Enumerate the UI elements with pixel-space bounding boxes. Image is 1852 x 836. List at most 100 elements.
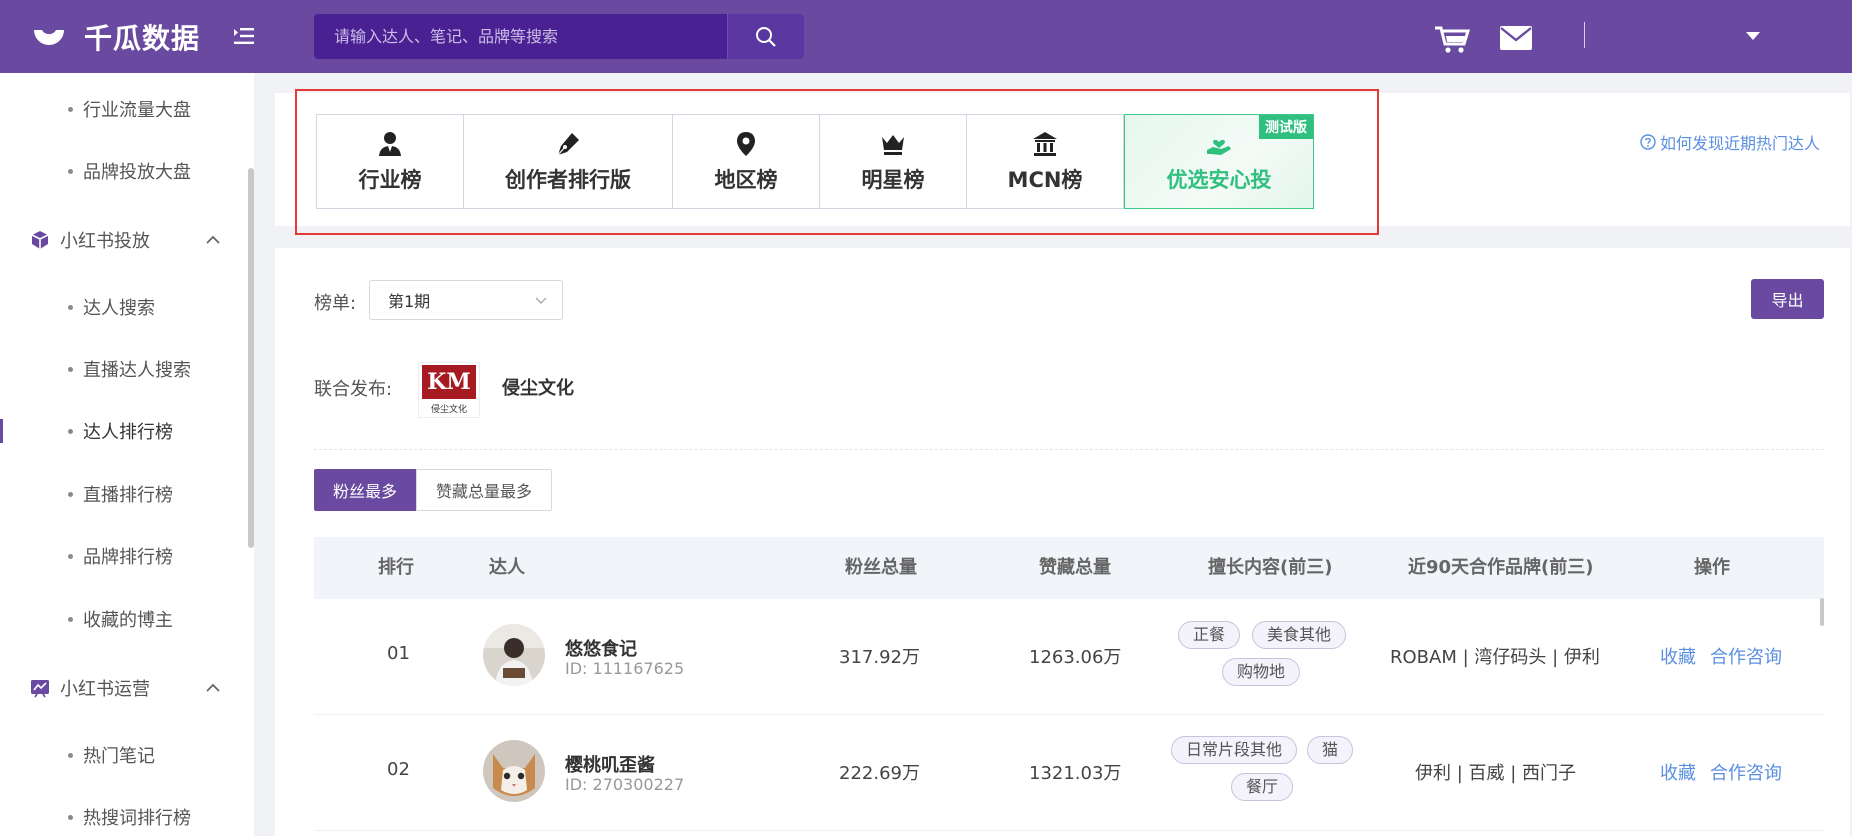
active-indicator — [0, 419, 3, 443]
sort-tab-most-likes[interactable]: 赞藏总量最多 — [416, 469, 552, 511]
chart-board-icon — [31, 680, 49, 698]
brand-logo[interactable]: 千瓜数据 — [28, 16, 200, 58]
content-tag: 猫 — [1307, 736, 1354, 764]
bullet-icon — [68, 304, 73, 310]
partner-logo-mark: KM — [422, 365, 476, 399]
bullet-icon — [68, 814, 73, 820]
collect-link[interactable]: 收藏 — [1660, 759, 1696, 785]
kol-name[interactable]: 悠悠食记 — [565, 635, 637, 661]
divider — [314, 449, 1824, 450]
sidebar-item-kol-ranking[interactable]: 达人排行榜 — [0, 411, 240, 451]
bullet-icon — [68, 168, 73, 174]
help-circle-icon — [1640, 134, 1656, 150]
help-link-text: 如何发现近期热门达人 — [1660, 134, 1821, 153]
period-select[interactable]: 第1期 — [369, 280, 563, 320]
sidebar-group-label: 小红书运营 — [60, 679, 150, 700]
content-tag: 餐厅 — [1231, 773, 1294, 801]
help-link[interactable]: 如何发现近期热门达人 — [1640, 130, 1820, 154]
mail-icon[interactable] — [1500, 26, 1532, 50]
fans-total: 222.69万 — [839, 763, 920, 784]
search-bar — [314, 14, 804, 59]
sidebar-scrollbar[interactable] — [248, 168, 254, 548]
sidebar-item-brand-placement[interactable]: 品牌投放大盘 — [0, 151, 240, 191]
sort-tab-most-fans[interactable]: 粉丝最多 — [314, 469, 416, 511]
table-scrollbar[interactable] — [1820, 598, 1824, 626]
content-tag: 购物地 — [1222, 658, 1301, 686]
sidebar-item-favorite-bloggers[interactable]: 收藏的博主 — [0, 599, 240, 639]
sidebar-item-industry-traffic[interactable]: 行业流量大盘 — [0, 89, 240, 129]
column-header: 擅长内容(前三) — [1208, 557, 1333, 578]
collect-link[interactable]: 收藏 — [1660, 643, 1696, 669]
brand-name: 千瓜数据 — [84, 22, 201, 55]
rank-number: 01 — [387, 643, 410, 664]
consult-link[interactable]: 合作咨询 — [1710, 643, 1782, 669]
kol-id: ID: 270300227 — [565, 775, 685, 794]
sidebar-group-xhs-operation[interactable]: 小红书运营 — [0, 668, 240, 708]
table-row: 01 悠悠食记 ID: 111167625 317.92万 1263.06万 正… — [314, 599, 1824, 715]
bullet-icon — [68, 553, 73, 559]
sidebar-item-label: 品牌排行榜 — [83, 547, 173, 568]
content-tag: 日常片段其他 — [1171, 736, 1298, 764]
logo-icon — [34, 30, 64, 45]
sidebar-item-label: 热门笔记 — [83, 746, 155, 767]
table-row: 02 樱桃叽歪酱 ID: 270300227 222.69万 1321.03万 … — [314, 715, 1824, 831]
column-header: 达人 — [489, 557, 525, 578]
column-header: 排行 — [378, 557, 414, 578]
likes-total: 1321.03万 — [1029, 763, 1122, 784]
search-button[interactable] — [727, 14, 804, 59]
user-menu-caret-icon[interactable] — [1745, 30, 1761, 42]
kol-id: ID: 111167625 — [565, 659, 685, 678]
chevron-up-icon — [206, 683, 220, 692]
avatar[interactable] — [483, 624, 545, 686]
column-header: 粉丝总量 — [845, 557, 917, 578]
sidebar-item-label: 直播达人搜索 — [83, 360, 191, 381]
partner-logo: KM 侵尘文化 — [418, 362, 480, 418]
chevron-up-icon — [206, 235, 220, 244]
sidebar-item-hot-search-ranking[interactable]: 热搜词排行榜 — [0, 797, 240, 836]
avatar-image — [483, 624, 545, 686]
list-label: 榜单: — [314, 293, 357, 314]
kol-name[interactable]: 樱桃叽歪酱 — [565, 751, 655, 777]
highlight-box — [295, 89, 1379, 235]
avatar[interactable] — [483, 740, 545, 802]
content-tag: 美食其他 — [1252, 621, 1347, 649]
sidebar-group-xhs-placement[interactable]: 小红书投放 — [0, 220, 240, 260]
search-input[interactable] — [314, 14, 727, 59]
sidebar-item-brand-ranking[interactable]: 品牌排行榜 — [0, 536, 240, 576]
cart-icon[interactable] — [1434, 22, 1470, 54]
sidebar-item-live-kol-search[interactable]: 直播达人搜索 — [0, 349, 240, 389]
top-header: 千瓜数据 — [0, 0, 1852, 73]
sidebar-item-label: 热搜词排行榜 — [83, 808, 191, 829]
likes-total: 1263.06万 — [1029, 647, 1122, 668]
bullet-icon — [68, 752, 73, 758]
sidebar-group-label: 小红书投放 — [60, 231, 150, 252]
export-button[interactable]: 导出 — [1751, 279, 1824, 319]
sidebar-item-live-ranking[interactable]: 直播排行榜 — [0, 474, 240, 514]
bullet-icon — [68, 106, 73, 112]
search-icon — [756, 26, 776, 47]
fans-total: 317.92万 — [839, 647, 920, 668]
avatar-image — [483, 740, 545, 802]
rank-number: 02 — [387, 759, 410, 780]
menu-collapse-icon[interactable] — [232, 24, 256, 48]
bullet-icon — [68, 428, 73, 434]
bullet-icon — [68, 491, 73, 497]
partner-brands: 伊利 | 百威 | 西门子 — [1415, 763, 1577, 784]
header-divider — [1584, 22, 1585, 48]
bullet-icon — [68, 366, 73, 372]
column-header: 近90天合作品牌(前三) — [1408, 557, 1594, 578]
sidebar-item-label: 收藏的博主 — [83, 610, 173, 631]
sidebar-item-hot-notes[interactable]: 热门笔记 — [0, 735, 240, 775]
copublish-label: 联合发布: — [314, 379, 393, 400]
content-tag: 正餐 — [1178, 621, 1241, 649]
sidebar-item-label: 行业流量大盘 — [83, 100, 191, 121]
column-header: 赞藏总量 — [1039, 557, 1111, 578]
table-header: 排行 达人 粉丝总量 赞藏总量 擅长内容(前三) 近90天合作品牌(前三) 操作 — [314, 537, 1824, 599]
consult-link[interactable]: 合作咨询 — [1710, 759, 1782, 785]
bullet-icon — [68, 616, 73, 622]
cube-icon — [31, 231, 49, 249]
sidebar-item-kol-search[interactable]: 达人搜索 — [0, 287, 240, 327]
column-header: 操作 — [1694, 557, 1730, 578]
sidebar-item-label: 达人排行榜 — [83, 422, 173, 443]
chevron-down-icon — [535, 297, 547, 304]
